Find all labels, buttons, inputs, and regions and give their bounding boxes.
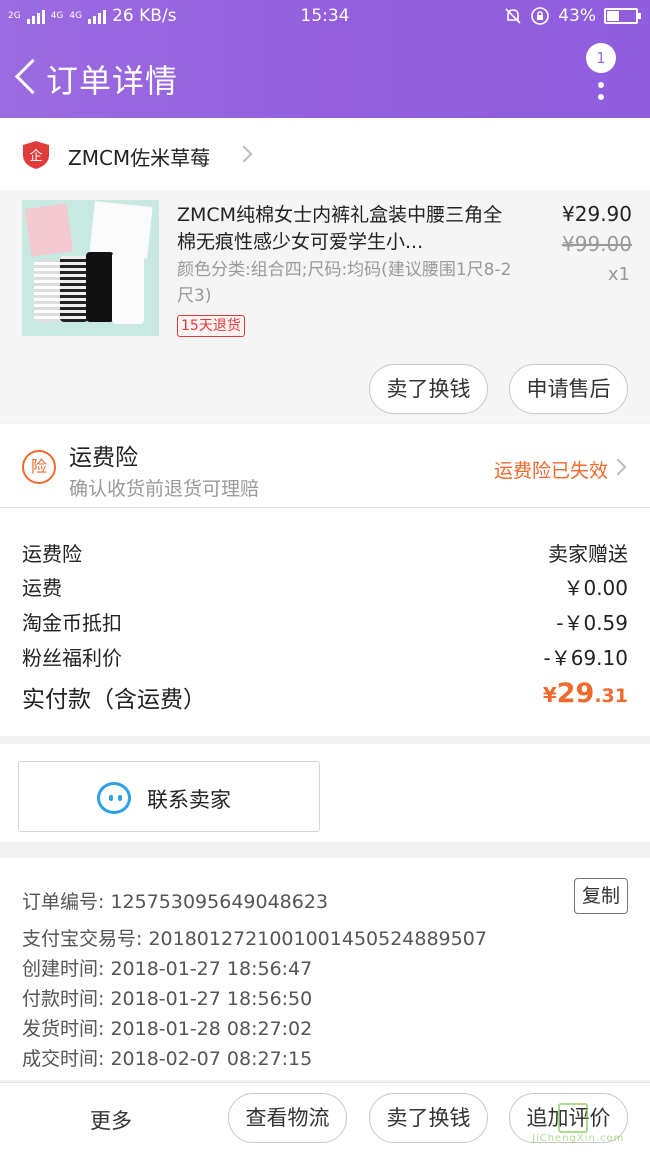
cost-label: 运费 [22,576,62,600]
completed-time: 成交时间: 2018-02-07 08:27:15 [22,1048,313,1070]
product-price: ¥29.90 [562,202,632,226]
notification-badge: 1 [586,43,616,73]
store-icon-glyph: 企 [29,148,42,164]
product-title[interactable]: ZMCM纯棉女士内裤礼盒装中腰三角全棉无痕性感少女可爱学生小... [177,202,517,256]
after-sales-button[interactable]: 申请售后 [509,364,628,414]
refund-tag: 15天退货 [177,315,245,337]
cost-value: 卖家赠送 [548,542,628,566]
paid-label: 实付款（含运费） [22,687,206,713]
insurance-icon: 险 [22,450,56,484]
store-shield-icon: 企 [23,141,49,169]
paid-integer: 29 [556,678,595,709]
header: 订单详情 1 [0,34,650,118]
battery-icon [604,8,641,24]
copy-button[interactable]: 复制 [574,878,628,914]
top-bar: 2G 4G 4G 26 KB/s 15:34 43% 订单详情 1 [0,0,650,118]
view-logistics-button[interactable]: 查看物流 [228,1093,347,1143]
chevron-right-icon [609,458,627,476]
cost-row: 粉丝福利价 -￥69.10 [22,642,628,672]
contact-section: 联系卖家 [0,744,650,842]
resell-button[interactable]: 卖了换钱 [369,364,488,414]
insurance-status: 运费险已失效 [493,460,608,482]
product-thumbnail[interactable] [22,200,159,336]
cost-label: 淘金币抵扣 [22,611,122,635]
insurance-title: 运费险 [69,445,138,471]
cost-label: 运费险 [22,542,82,566]
contact-seller-label: 联系卖家 [147,788,231,812]
watermark-text: JiChengXin.com [532,1133,625,1144]
resell-button-bottom[interactable]: 卖了换钱 [369,1093,488,1143]
mute-bell-icon [505,8,521,24]
status-right: 43% [504,6,641,26]
shipped-time: 发货时间: 2018-01-28 08:27:02 [22,1018,313,1040]
product-original-price: ¥99.00 [562,232,632,256]
more-menu-button[interactable]: 1 [584,40,624,110]
store-name: ZMCM佐米草莓 [68,146,211,170]
store-header[interactable]: 企 ZMCM佐米草莓 [0,118,650,190]
cost-value: ￥0.00 [563,576,628,600]
created-time: 创建时间: 2018-01-27 18:56:47 [22,958,313,980]
shipping-insurance[interactable]: 险 运费险 确认收货前退货可理赔 运费险已失效 [0,424,650,508]
menu-dot-icon [598,94,604,100]
paid-amount-row: 实付款（含运费） ¥29.31 [22,678,628,716]
back-arrow-icon[interactable] [14,56,38,96]
product-quantity: x1 [607,264,630,285]
product-card: ZMCM纯棉女士内裤礼盒装中腰三角全棉无痕性感少女可爱学生小... 颜色分类:组… [0,190,650,422]
more-button[interactable]: 更多 [90,1105,132,1135]
chevron-right-icon [235,145,253,163]
cost-summary: 运费险 卖家赠送 运费 ￥0.00 淘金币抵扣 -￥0.59 粉丝福利价 -￥6… [0,508,650,736]
paid-decimal: .31 [594,685,628,707]
cost-value: -￥0.59 [556,611,628,635]
cost-row: 运费 ￥0.00 [22,572,628,602]
menu-dot-icon [598,82,604,88]
cost-row: 淘金币抵扣 -￥0.59 [22,607,628,637]
order-info: 订单编号: 125753095649048623 支付宝交易号: 2018012… [0,858,650,1080]
battery-percent: 43% [558,6,596,26]
alipay-trade-number: 支付宝交易号: 2018012721001001450524889507 [22,928,487,950]
watermark-logo: JiChengXin.com [532,1099,642,1147]
paid-currency: ¥ [542,683,557,707]
chat-bubble-icon [97,782,131,814]
cost-value: -￥69.10 [543,646,628,670]
watermark-box-icon [558,1103,588,1133]
cost-label: 粉丝福利价 [22,646,122,670]
contact-seller-button[interactable]: 联系卖家 [18,761,320,832]
paid-amount: ¥29.31 [543,678,628,709]
order-number: 订单编号: 125753095649048623 [22,891,329,913]
page-title: 订单详情 [46,62,179,100]
status-bar: 2G 4G 4G 26 KB/s 15:34 43% [0,0,650,34]
cost-row: 运费险 卖家赠送 [22,538,628,568]
insurance-subtitle: 确认收货前退货可理赔 [69,478,260,500]
paid-time: 付款时间: 2018-01-27 18:56:50 [22,988,313,1010]
rotation-lock-icon [531,7,550,25]
battery-fill [607,11,620,21]
product-sku: 颜色分类:组合四;尺码:均码(建议腰围1尺8-2尺3) [177,260,512,306]
